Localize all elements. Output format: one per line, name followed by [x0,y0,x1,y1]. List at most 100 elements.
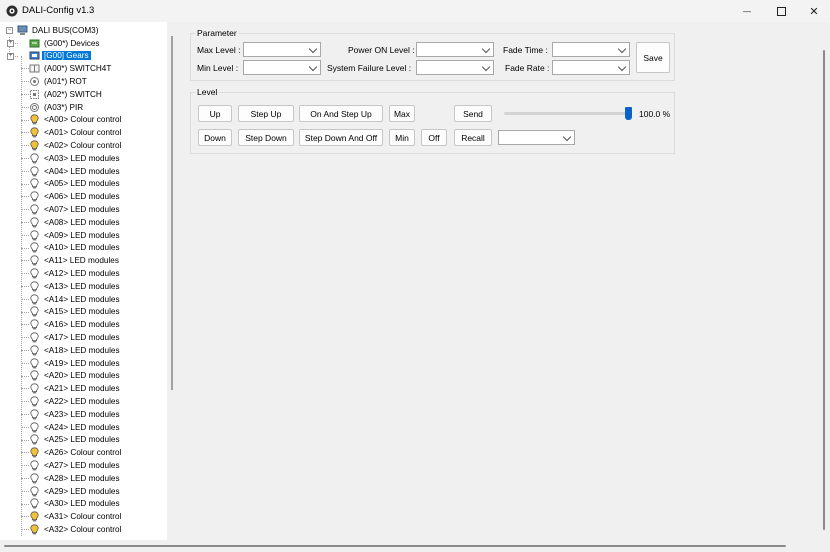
step-down-button[interactable]: Step Down [238,129,294,146]
tree-item-label: <A02> Colour control [44,141,122,151]
tree-item-gear[interactable]: <A15> LED modules [29,306,122,319]
max-level-select[interactable] [243,42,321,57]
system-failure-level-select[interactable] [416,60,494,75]
recall-button[interactable]: Recall [454,129,492,146]
chevron-down-icon [481,62,491,72]
power-on-level-label: Power ON Level : [348,45,415,55]
fade-rate-select[interactable] [552,60,630,75]
tree-item-gear[interactable]: <A26> Colour control [29,446,123,459]
level-slider-thumb[interactable] [625,107,632,120]
tree-item-gear[interactable]: <A31> Colour control [29,510,123,523]
tree-connector [21,478,29,479]
tree-item-gear[interactable]: <A28> LED modules [29,472,122,485]
bulb-icon [29,498,42,509]
switch4t-icon [29,63,42,74]
power-on-level-select[interactable] [416,42,494,57]
tree-item-gear[interactable]: <A10> LED modules [29,242,122,255]
tree-item-gear[interactable]: <A03> LED modules [29,152,122,165]
vertical-scrollbar[interactable] [818,22,830,540]
level-slider[interactable] [504,112,629,115]
down-button[interactable]: Down [198,129,232,146]
tree-root[interactable]: − DALI BUS(COM3) [6,24,100,37]
bulb-icon [29,370,42,381]
tree-item-gear[interactable]: <A12> LED modules [29,267,122,280]
tree-item-gear[interactable]: <A23> LED modules [29,408,122,421]
tree-item-gear[interactable]: <A11> LED modules [29,254,121,267]
tree-item-gear[interactable]: <A08> LED modules [29,216,122,229]
tree-item-gear[interactable]: <A16> LED modules [29,318,122,331]
horizontal-scrollbar[interactable] [0,540,830,552]
tree-item-gear[interactable]: <A17> LED modules [29,331,122,344]
tree-item-gear[interactable]: <A00> Colour control [29,114,123,127]
tree-item-label: <A24> LED modules [44,422,120,432]
tree-item-gear[interactable]: <A02> Colour control [29,139,123,152]
tree-item-gear[interactable]: <A27> LED modules [29,459,122,472]
collapse-icon[interactable]: − [6,27,13,34]
on-and-step-up-button[interactable]: On And Step Up [299,105,383,122]
tree-connector [21,132,29,134]
tree-item-gear[interactable]: <A29> LED modules [29,485,122,498]
tree-item-gear[interactable]: <A05> LED modules [29,178,122,191]
expand-icon[interactable]: + [7,39,14,47]
tree-item-gear[interactable]: <A22> LED modules [29,395,122,408]
rotary-icon [29,76,42,87]
tree-node-devices[interactable]: + (G00*) Devices [7,37,102,50]
tree-connector [21,94,29,95]
tree-item-gear[interactable]: <A32> Colour control [29,523,123,536]
device-tree[interactable]: − DALI BUS(COM3) + (G00*) Devices + [G00] G… [0,22,167,540]
tree-item-gear[interactable]: <A25> LED modules [29,434,122,447]
minimize-button[interactable]: — [730,0,764,22]
min-button[interactable]: Min [389,129,415,146]
tree-item-gear[interactable]: <A21> LED modules [29,382,122,395]
tree-item-gear[interactable]: <A07> LED modules [29,203,122,216]
bulb-icon [29,345,42,356]
colour-bulb-icon [29,127,42,138]
step-down-and-off-button[interactable]: Step Down And Off [299,129,383,146]
tree-item-gear[interactable]: <A14> LED modules [29,293,122,306]
tree-item-gear[interactable]: <A04> LED modules [29,165,122,178]
tree-item-gear[interactable]: <A19> LED modules [29,357,122,370]
step-up-button[interactable]: Step Up [238,105,294,122]
tree-item-device[interactable]: (A03*) PIR [29,101,85,114]
bulb-icon [29,217,42,228]
scene-select[interactable] [498,130,575,145]
tree-item-gear[interactable]: <A30> LED modules [29,498,122,511]
colour-bulb-icon [29,140,42,151]
fade-rate-label: Fade Rate : [505,63,550,73]
tree-item-gear[interactable]: <A13> LED modules [29,280,122,293]
title-bar: DALI-Config v1.3 — ✕ [0,0,830,22]
max-button[interactable]: Max [389,105,415,122]
tree-item-gear[interactable]: <A24> LED modules [29,421,122,434]
expand-icon[interactable]: + [7,52,14,60]
vertical-scroll-thumb[interactable] [823,50,825,530]
window-title: DALI-Config v1.3 [22,5,95,16]
tree-connector [21,286,29,287]
tree-connector [21,56,22,536]
parameter-group: Parameter Max Level : Min Level : Power … [190,28,675,81]
panel-splitter[interactable] [171,36,173,390]
tree-item-device[interactable]: (A00*) SWITCH4T [29,62,113,75]
off-button[interactable]: Off [421,129,447,146]
tree-node-gears[interactable]: + [G00] Gears [7,50,91,63]
tree-connector [21,145,29,147]
tree-item-device[interactable]: (A02*) SWITCH [29,88,104,101]
tree-item-label: <A25> LED modules [44,435,120,445]
level-percent: 100.0 % [639,109,671,119]
tree-item-gear[interactable]: <A09> LED modules [29,229,122,242]
bulb-icon [29,460,42,471]
min-level-select[interactable] [243,60,321,75]
tree-item-device[interactable]: (A01*) ROT [29,75,89,88]
horizontal-scroll-thumb[interactable] [4,545,786,547]
send-button[interactable]: Send [454,105,492,122]
tree-item-gear[interactable]: <A06> LED modules [29,190,122,203]
maximize-button[interactable] [764,0,798,22]
save-button[interactable]: Save [636,42,670,73]
tree-root-label: DALI BUS(COM3) [32,25,99,35]
close-button[interactable]: ✕ [797,0,830,22]
tree-item-label: <A28> LED modules [44,473,120,483]
fade-time-select[interactable] [552,42,630,57]
up-button[interactable]: Up [198,105,232,122]
tree-item-gear[interactable]: <A20> LED modules [29,370,122,383]
tree-item-gear[interactable]: <A18> LED modules [29,344,122,357]
tree-item-gear[interactable]: <A01> Colour control [29,126,123,139]
